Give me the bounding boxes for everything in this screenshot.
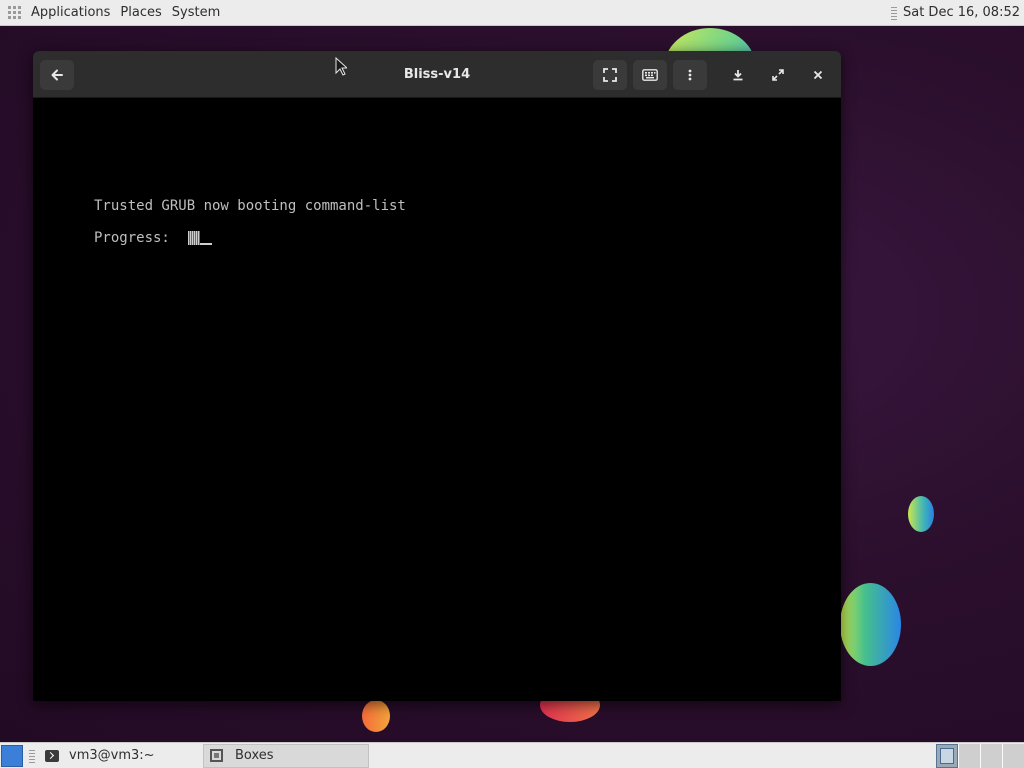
workspace-3[interactable] bbox=[980, 743, 1002, 768]
top-panel-right: Sat Dec 16, 08:52 bbox=[890, 5, 1024, 20]
menu-button[interactable] bbox=[673, 60, 707, 90]
minimize-icon bbox=[732, 69, 744, 81]
header-bar: Bliss-v14 bbox=[33, 51, 841, 98]
clock[interactable]: Sat Dec 16, 08:52 bbox=[903, 5, 1020, 20]
task-boxes[interactable]: Boxes bbox=[203, 743, 369, 768]
boxes-icon bbox=[210, 749, 223, 762]
apps-grid-icon[interactable] bbox=[8, 5, 22, 20]
fullscreen-button[interactable] bbox=[593, 60, 627, 90]
progress-label: Progress: bbox=[94, 230, 170, 246]
menu-places[interactable]: Places bbox=[120, 5, 161, 20]
wallpaper-bubble bbox=[840, 583, 901, 666]
back-arrow-icon bbox=[50, 68, 64, 82]
progress-bar bbox=[187, 231, 200, 245]
text-cursor bbox=[199, 231, 212, 245]
keyboard-button[interactable] bbox=[633, 60, 667, 90]
task-label: Boxes bbox=[235, 748, 274, 763]
boxes-window: Bliss-v14 Trusted GRUB now booting comma… bbox=[33, 51, 841, 701]
top-panel: Applications Places System Sat Dec 16, 0… bbox=[0, 0, 1024, 26]
task-terminal[interactable]: vm3@vm3:~ bbox=[39, 744, 203, 768]
console-boot-message: Trusted GRUB now booting command-list bbox=[94, 198, 406, 214]
maximize-icon bbox=[772, 69, 784, 81]
vertical-dots-icon bbox=[688, 69, 692, 81]
workspace-1[interactable] bbox=[936, 743, 958, 768]
window-title: Bliss-v14 bbox=[403, 67, 471, 82]
show-desktop-button[interactable] bbox=[1, 744, 23, 767]
workspace-2[interactable] bbox=[958, 743, 980, 768]
taskbar-handle[interactable] bbox=[29, 748, 35, 763]
bottom-taskbar: vm3@vm3:~ Boxes bbox=[0, 742, 1024, 768]
wallpaper-bubble bbox=[362, 700, 390, 732]
terminal-icon bbox=[45, 749, 59, 762]
minimize-button[interactable] bbox=[721, 60, 755, 90]
close-button[interactable] bbox=[801, 60, 835, 90]
close-icon bbox=[813, 70, 823, 80]
maximize-button[interactable] bbox=[761, 60, 795, 90]
menu-system[interactable]: System bbox=[172, 5, 220, 20]
mouse-pointer-icon bbox=[335, 57, 347, 76]
keyboard-icon bbox=[642, 69, 658, 81]
workspace-switcher bbox=[936, 743, 1024, 768]
wallpaper-bubble bbox=[908, 496, 934, 532]
fullscreen-icon bbox=[603, 68, 617, 82]
task-label: vm3@vm3:~ bbox=[69, 748, 155, 763]
workspace-4[interactable] bbox=[1002, 743, 1024, 768]
vm-console[interactable]: Trusted GRUB now booting command-list Pr… bbox=[33, 98, 841, 701]
panel-handle[interactable] bbox=[890, 5, 897, 20]
console-progress-line: Progress: bbox=[94, 230, 212, 246]
menu-applications[interactable]: Applications bbox=[31, 5, 110, 20]
back-button[interactable] bbox=[40, 60, 74, 90]
